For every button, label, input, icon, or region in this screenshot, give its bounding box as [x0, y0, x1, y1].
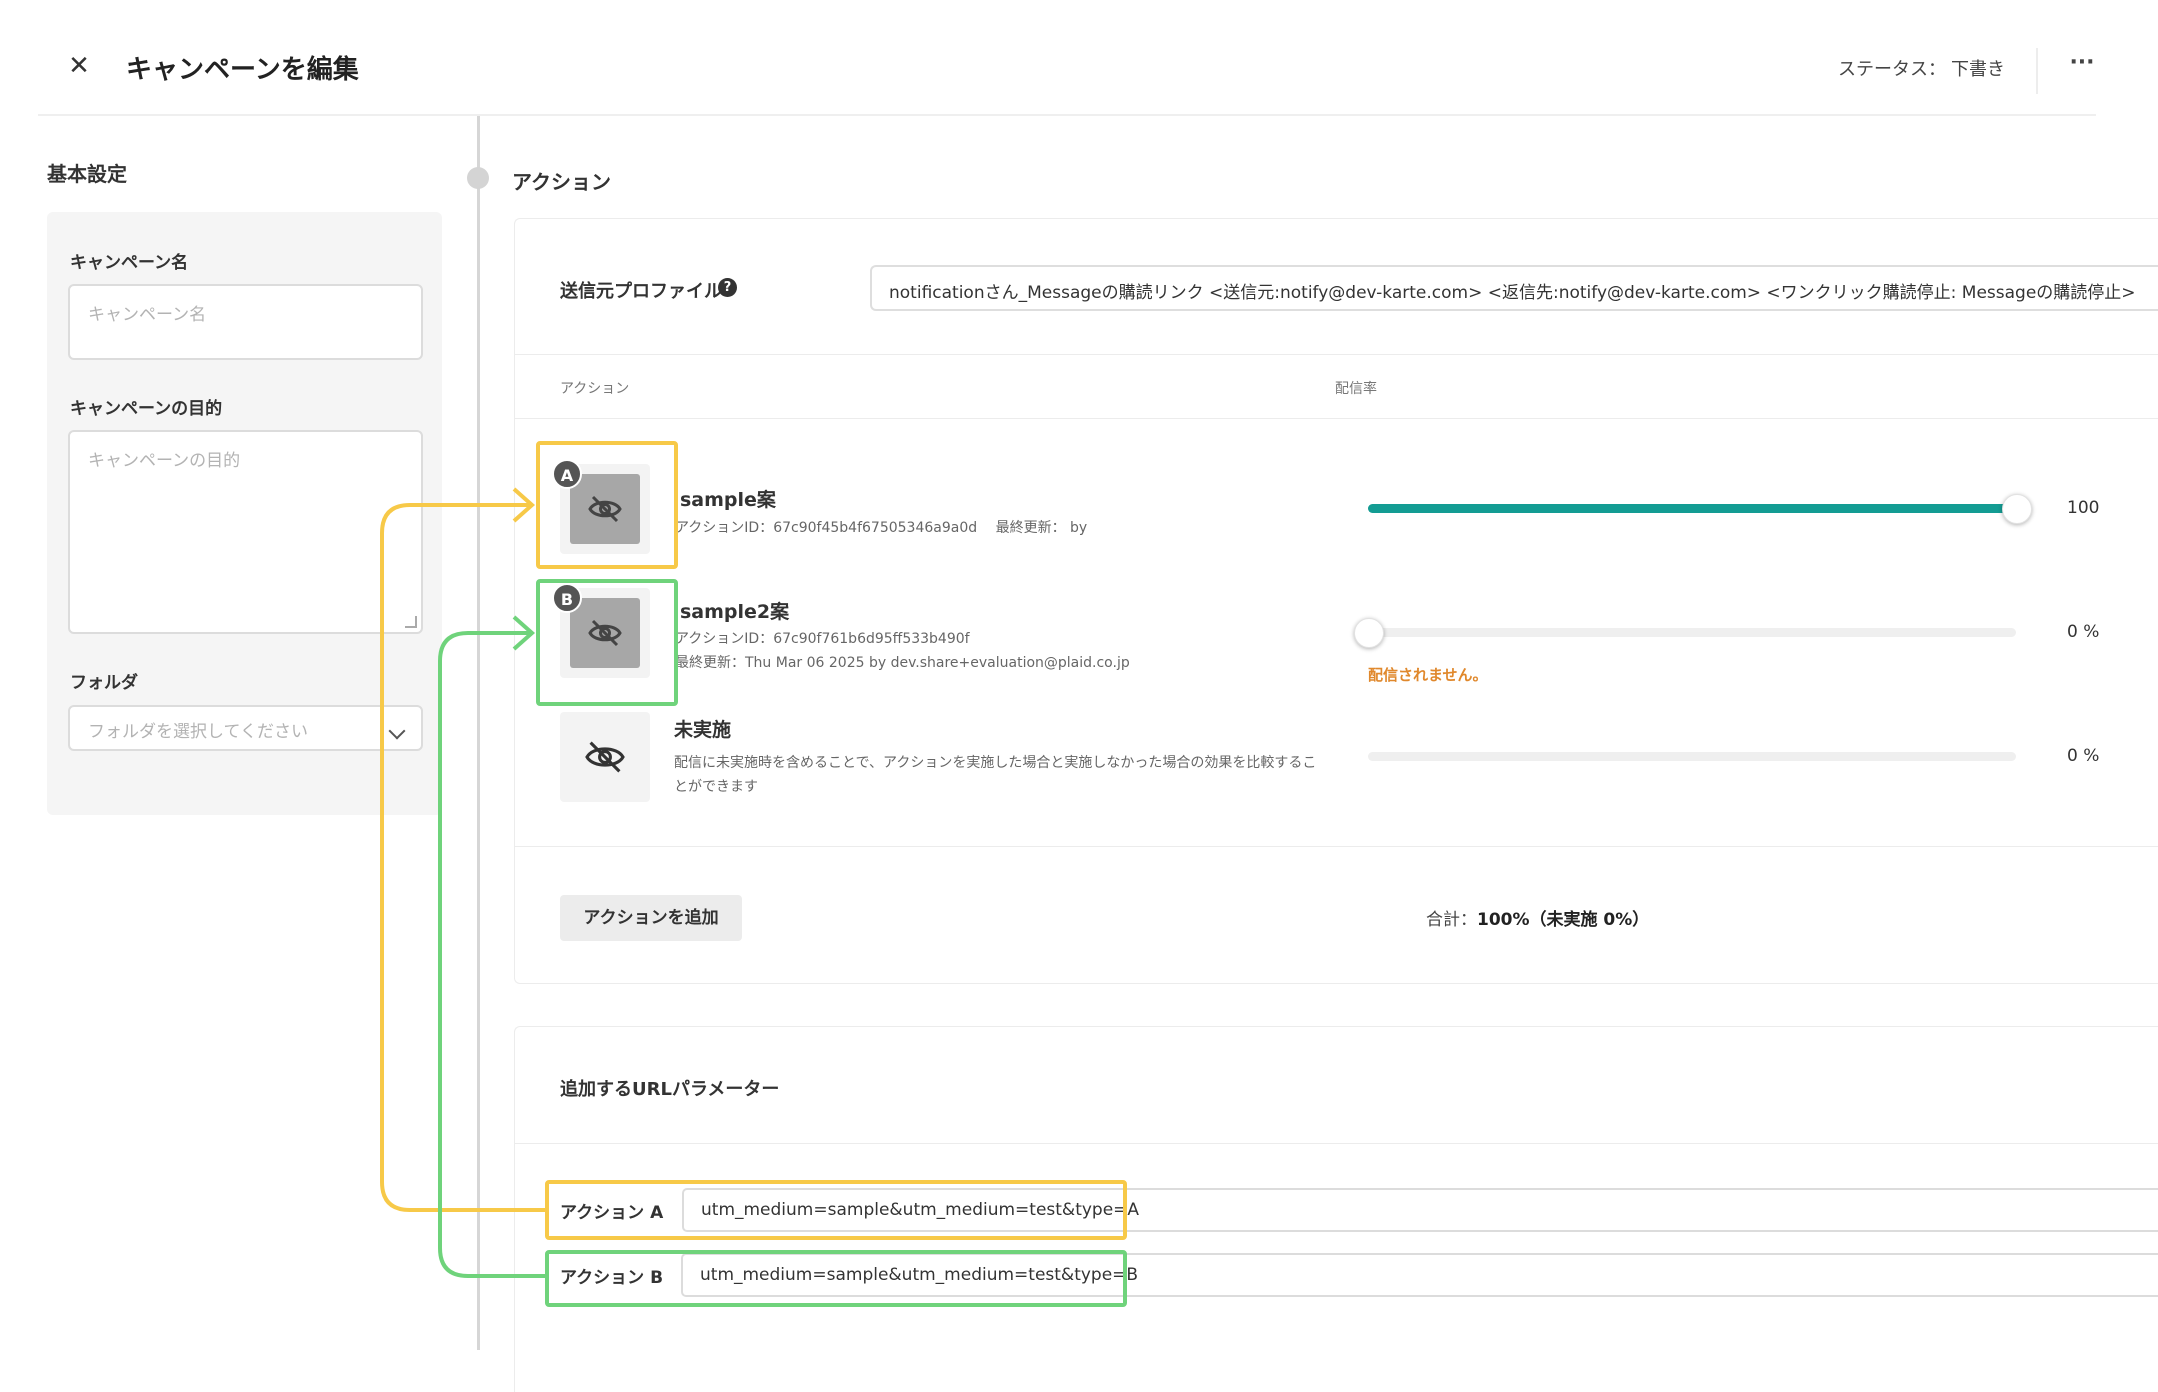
connector-arrow-a — [380, 503, 545, 1212]
annotation-arrows — [380, 487, 545, 1278]
connector-arrow-b — [438, 631, 545, 1278]
